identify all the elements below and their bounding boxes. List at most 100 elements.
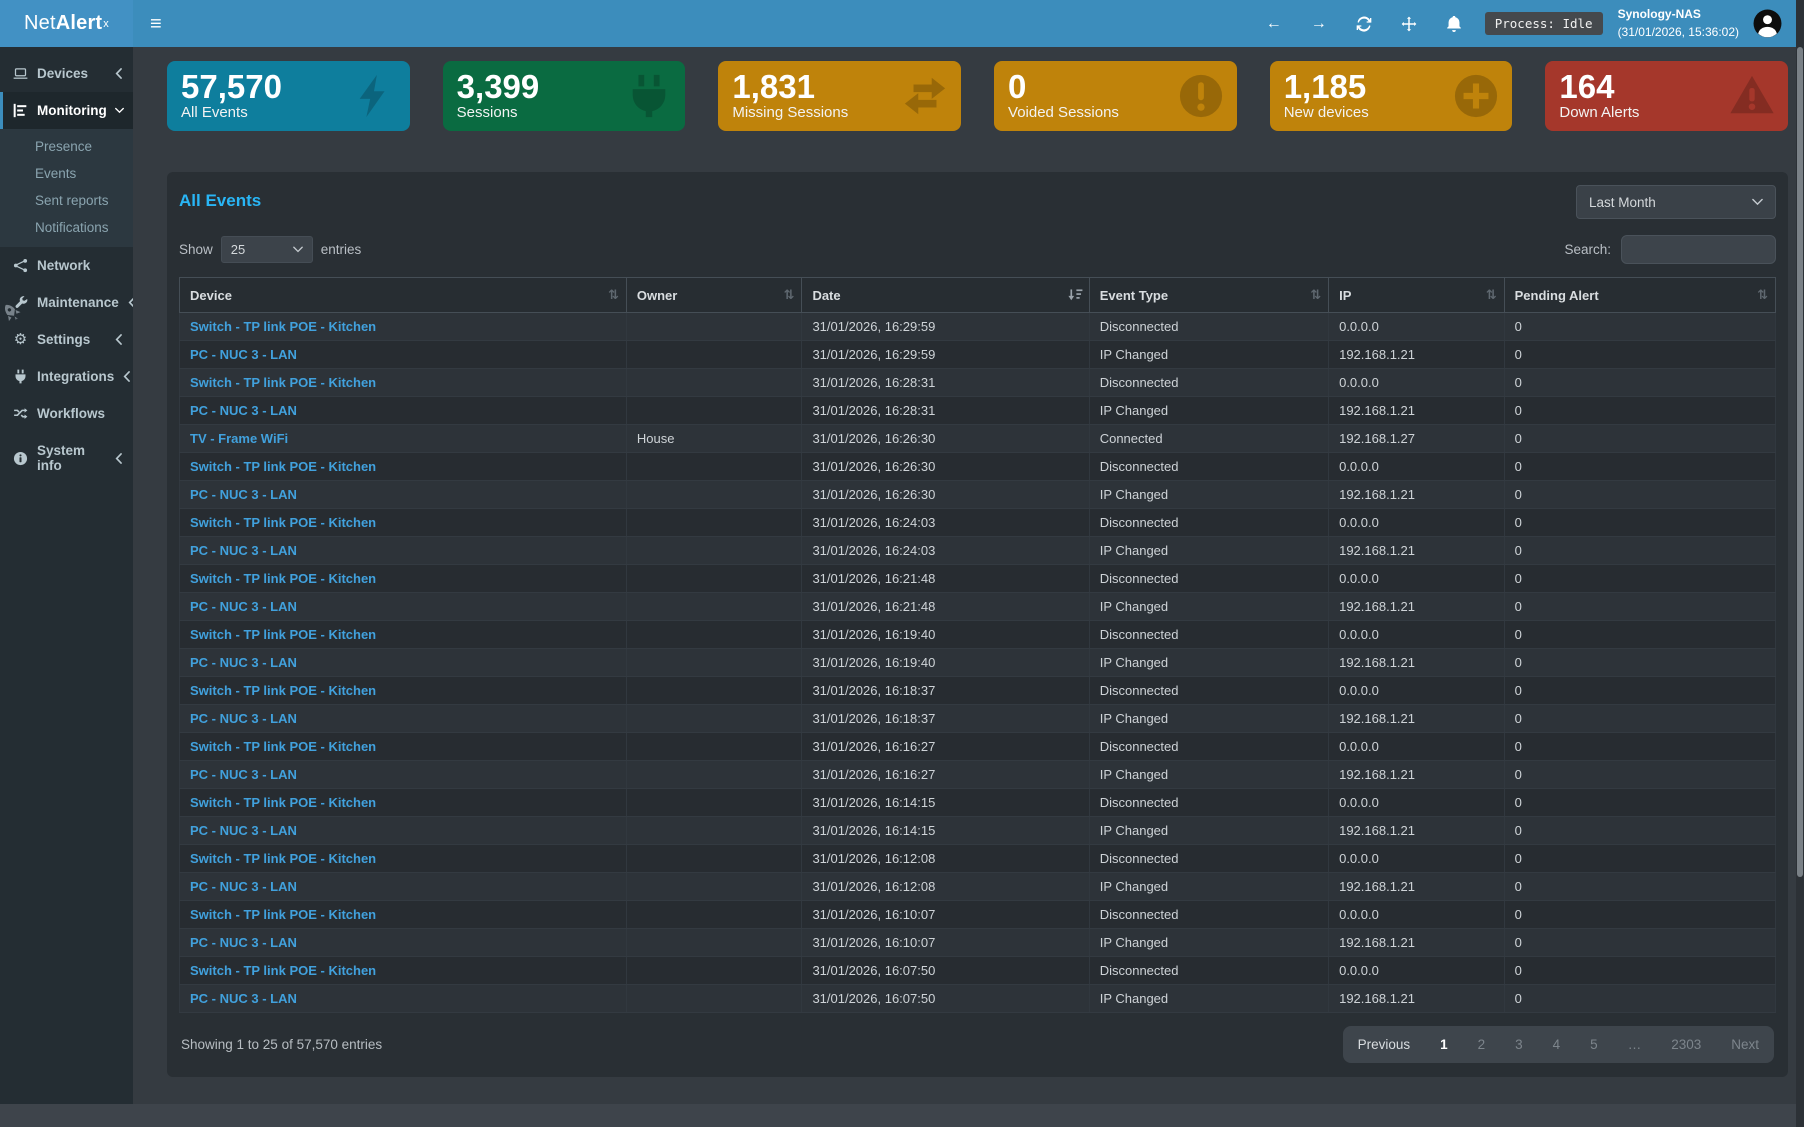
back-arrow-icon[interactable]: ← (1265, 15, 1283, 33)
device-link[interactable]: PC - NUC 3 - LAN (190, 711, 297, 726)
sidebar-item-devices[interactable]: Devices (0, 55, 133, 92)
device-link[interactable]: PC - NUC 3 - LAN (190, 347, 297, 362)
pagination-ellipsis[interactable]: … (1613, 1026, 1657, 1063)
device-link[interactable]: Switch - TP link POE - Kitchen (190, 515, 376, 530)
column-header-ip[interactable]: IP⇅ (1329, 278, 1505, 313)
bolt-icon (351, 73, 397, 119)
event-type-cell: IP Changed (1089, 929, 1328, 957)
sidebar-item-events[interactable]: Events (0, 160, 133, 187)
pagination-page[interactable]: 5 (1575, 1026, 1613, 1063)
device-link[interactable]: PC - NUC 3 - LAN (190, 655, 297, 670)
device-link[interactable]: Switch - TP link POE - Kitchen (190, 683, 376, 698)
pagination-page[interactable]: 2303 (1656, 1026, 1716, 1063)
sidebar-item-notifications[interactable]: Notifications (0, 214, 133, 241)
search-input[interactable] (1621, 235, 1776, 264)
bell-icon[interactable] (1445, 15, 1463, 33)
device-cell: PC - NUC 3 - LAN (180, 537, 627, 565)
device-link[interactable]: PC - NUC 3 - LAN (190, 599, 297, 614)
sidebar-item-workflows[interactable]: Workflows (0, 395, 133, 432)
device-link[interactable]: PC - NUC 3 - LAN (190, 823, 297, 838)
device-cell: Switch - TP link POE - Kitchen (180, 901, 627, 929)
device-link[interactable]: Switch - TP link POE - Kitchen (190, 571, 376, 586)
device-link[interactable]: PC - NUC 3 - LAN (190, 487, 297, 502)
column-header-date[interactable]: Date (802, 278, 1089, 313)
device-link[interactable]: PC - NUC 3 - LAN (190, 767, 297, 782)
device-link[interactable]: PC - NUC 3 - LAN (190, 991, 297, 1006)
device-link[interactable]: PC - NUC 3 - LAN (190, 403, 297, 418)
device-link[interactable]: Switch - TP link POE - Kitchen (190, 907, 376, 922)
page-length-select[interactable]: 25 (221, 236, 313, 263)
process-status-badge: Process: Idle (1485, 12, 1603, 35)
device-link[interactable]: PC - NUC 3 - LAN (190, 543, 297, 558)
pagination-previous[interactable]: Previous (1343, 1026, 1426, 1063)
sidebar-item-integrations[interactable]: Integrations (0, 358, 133, 395)
column-header-event-type[interactable]: Event Type⇅ (1089, 278, 1328, 313)
column-header-device[interactable]: Device⇅ (180, 278, 627, 313)
table-row: PC - NUC 3 - LAN31/01/2026, 16:28:31IP C… (180, 397, 1776, 425)
monitoring-chart-icon (12, 103, 29, 118)
column-header-pending-alert[interactable]: Pending Alert⇅ (1504, 278, 1775, 313)
user-avatar[interactable] (1753, 9, 1782, 38)
event-type-cell: IP Changed (1089, 873, 1328, 901)
ip-cell: 192.168.1.21 (1329, 817, 1505, 845)
card-down-alerts[interactable]: 164 Down Alerts (1545, 61, 1788, 131)
device-link[interactable]: TV - Frame WiFi (190, 431, 288, 446)
table-row: PC - NUC 3 - LAN31/01/2026, 16:24:03IP C… (180, 537, 1776, 565)
device-link[interactable]: Switch - TP link POE - Kitchen (190, 851, 376, 866)
sidebar-toggle-icon[interactable]: ≡ (150, 14, 162, 34)
table-row: Switch - TP link POE - Kitchen31/01/2026… (180, 957, 1776, 985)
ip-cell: 0.0.0.0 (1329, 733, 1505, 761)
sidebar-item-settings[interactable]: ⚙ Settings (0, 321, 133, 358)
card-missing-sessions[interactable]: 1,831 Missing Sessions (718, 61, 961, 131)
forward-arrow-icon[interactable]: → (1310, 15, 1328, 33)
pagination-page[interactable]: 1 (1425, 1026, 1463, 1063)
owner-cell (626, 453, 802, 481)
device-link[interactable]: Switch - TP link POE - Kitchen (190, 319, 376, 334)
date-cell: 31/01/2026, 16:19:40 (802, 649, 1089, 677)
device-link[interactable]: Switch - TP link POE - Kitchen (190, 375, 376, 390)
sidebar-item-monitoring[interactable]: Monitoring (0, 92, 133, 129)
pagination-page[interactable]: 2 (1463, 1026, 1501, 1063)
table-row: Switch - TP link POE - Kitchen31/01/2026… (180, 369, 1776, 397)
scrollbar[interactable] (1796, 0, 1804, 1127)
pagination-next[interactable]: Next (1716, 1026, 1774, 1063)
device-link[interactable]: PC - NUC 3 - LAN (190, 935, 297, 950)
card-new-devices[interactable]: 1,185 New devices (1270, 61, 1513, 131)
ip-cell: 192.168.1.21 (1329, 761, 1505, 789)
network-nodes-icon (12, 258, 29, 273)
scrollbar-thumb[interactable] (1797, 47, 1803, 877)
device-cell: PC - NUC 3 - LAN (180, 397, 627, 425)
event-type-cell: Disconnected (1089, 957, 1328, 985)
sort-icon: ⇅ (1757, 287, 1768, 303)
top-navbar: NetAlertx ≡ ← → Process: Idle Synology-N… (0, 0, 1804, 47)
app-logo[interactable]: NetAlertx (0, 0, 133, 47)
sidebar-item-network[interactable]: Network (0, 247, 133, 284)
sidebar-item-system-info[interactable]: System info (0, 432, 133, 484)
card-voided-sessions[interactable]: 0 Voided Sessions (994, 61, 1237, 131)
refresh-icon[interactable] (1355, 15, 1373, 33)
event-type-cell: Disconnected (1089, 901, 1328, 929)
pagination-page[interactable]: 4 (1538, 1026, 1576, 1063)
column-header-owner[interactable]: Owner⇅ (626, 278, 802, 313)
card-sessions[interactable]: 3,399 Sessions (443, 61, 686, 131)
device-link[interactable]: PC - NUC 3 - LAN (190, 879, 297, 894)
pending-alert-cell: 0 (1504, 369, 1775, 397)
sidebar-item-sent-reports[interactable]: Sent reports (0, 187, 133, 214)
device-link[interactable]: Switch - TP link POE - Kitchen (190, 795, 376, 810)
device-link[interactable]: Switch - TP link POE - Kitchen (190, 459, 376, 474)
move-arrows-icon[interactable] (1400, 15, 1418, 33)
entries-label: entries (321, 242, 362, 257)
table-row: PC - NUC 3 - LAN31/01/2026, 16:29:59IP C… (180, 341, 1776, 369)
device-link[interactable]: Switch - TP link POE - Kitchen (190, 963, 376, 978)
events-table-body: Switch - TP link POE - Kitchen 31/01/2026… (180, 313, 1776, 1013)
card-all-events[interactable]: 57,570 All Events (167, 61, 410, 131)
device-link[interactable]: Switch - TP link POE - Kitchen (190, 627, 376, 642)
sidebar-item-presence[interactable]: Presence (0, 133, 133, 160)
event-type-cell: Disconnected (1089, 621, 1328, 649)
pagination-page[interactable]: 3 (1500, 1026, 1538, 1063)
ip-cell: 192.168.1.21 (1329, 705, 1505, 733)
device-link[interactable]: Switch - TP link POE - Kitchen (190, 739, 376, 754)
period-filter-select[interactable]: Last Month (1576, 185, 1776, 219)
table-row: Switch - TP link POE - Kitchen31/01/2026… (180, 313, 1776, 341)
event-type-cell: IP Changed (1089, 341, 1328, 369)
